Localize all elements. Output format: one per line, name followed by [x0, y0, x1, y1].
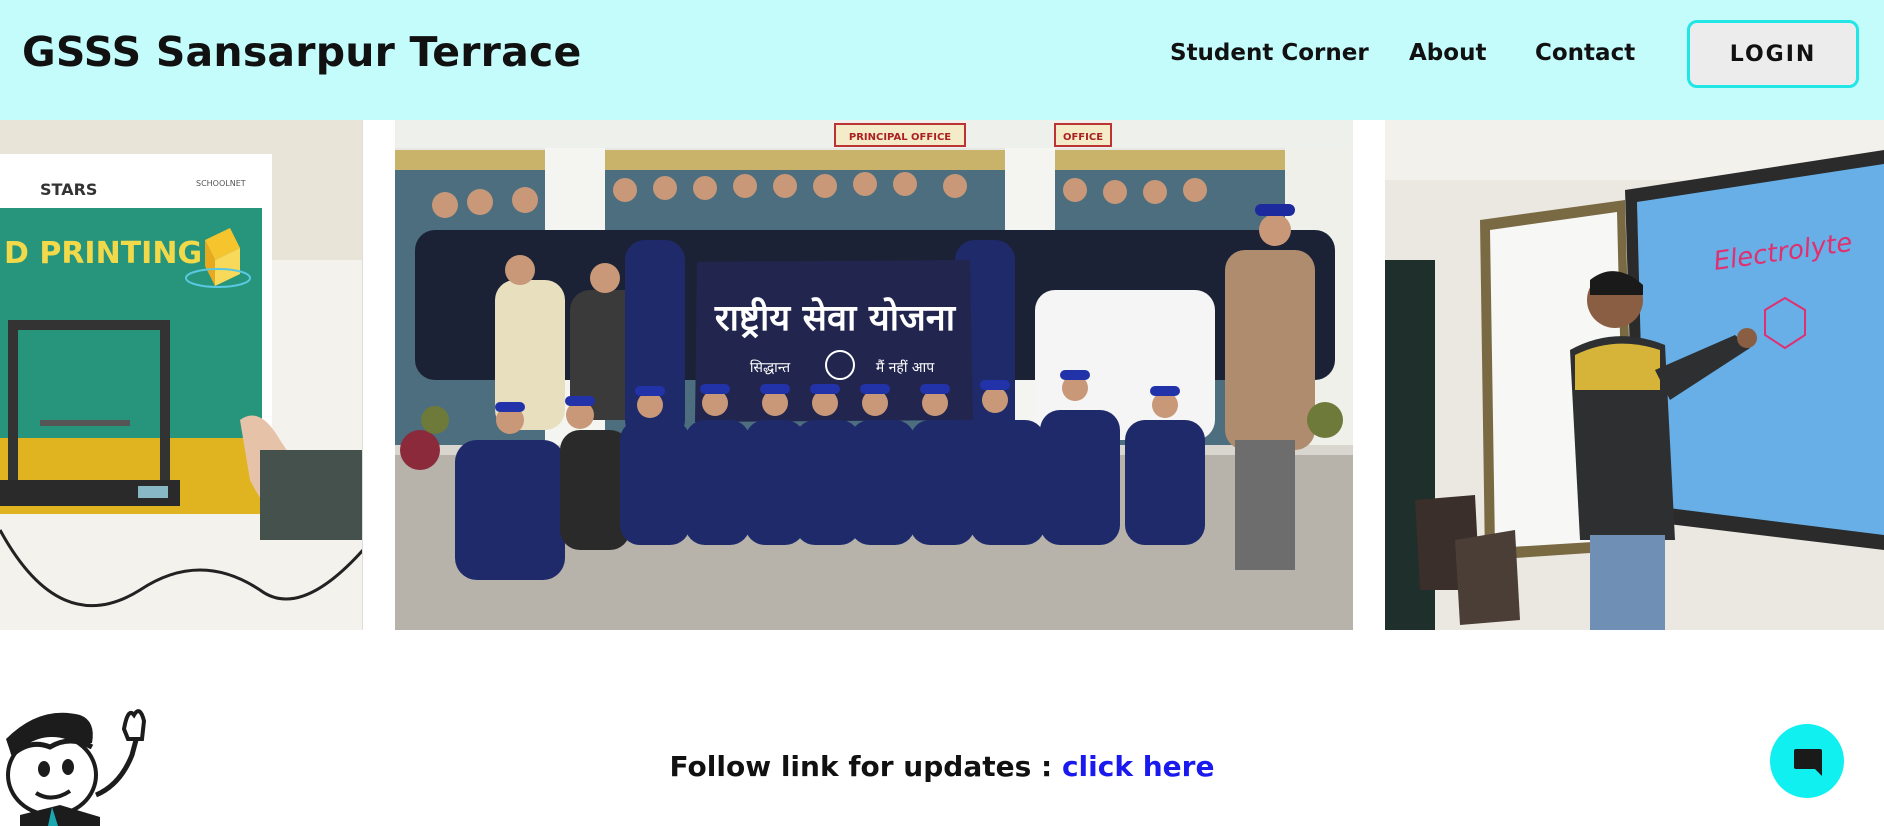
nss-group-photo: PRINCIPAL OFFICE OFFICE राष्ट्रीय सेवा य…: [395, 120, 1353, 630]
printing-poster-image: STARS SCHOOLNET D PRINTING: [0, 120, 362, 630]
site-title[interactable]: GSSS Sansarpur Terrace: [22, 28, 581, 76]
office-sign: OFFICE: [1063, 132, 1103, 143]
carousel-slide-3d-printing[interactable]: STARS SCHOOLNET D PRINTING: [0, 120, 363, 630]
login-button[interactable]: LOGIN: [1687, 20, 1859, 88]
carousel-slide-smartboard[interactable]: Electrolyte: [1385, 120, 1884, 630]
poster-brand: STARS: [40, 180, 97, 199]
nav-student-corner[interactable]: Student Corner: [1170, 40, 1369, 66]
navbar: GSSS Sansarpur Terrace Student Corner Ab…: [0, 0, 1884, 120]
updates-link[interactable]: click here: [1062, 750, 1214, 783]
carousel-slide-nss-group[interactable]: PRINCIPAL OFFICE OFFICE राष्ट्रीय सेवा य…: [395, 120, 1353, 630]
poster-brand-right: SCHOOLNET: [196, 179, 246, 188]
updates-text: Follow link for updates :: [669, 750, 1062, 783]
principal-office-sign: PRINCIPAL OFFICE: [849, 132, 951, 143]
nav-contact[interactable]: Contact: [1535, 40, 1635, 66]
smartboard-class-photo: Electrolyte: [1385, 120, 1884, 630]
chat-bubble-icon: [1794, 749, 1822, 776]
updates-line: Follow link for updates : click here: [0, 750, 1884, 783]
banner-sub-right: मैं नहीं आप: [876, 359, 935, 376]
banner-sub-left: सिद्धान्त: [750, 359, 791, 376]
nav-about[interactable]: About: [1409, 40, 1486, 66]
poster-title: D PRINTING: [4, 236, 202, 271]
chat-button[interactable]: [1770, 724, 1844, 798]
banner-text: राष्ट्रीय सेवा योजना: [714, 297, 957, 339]
